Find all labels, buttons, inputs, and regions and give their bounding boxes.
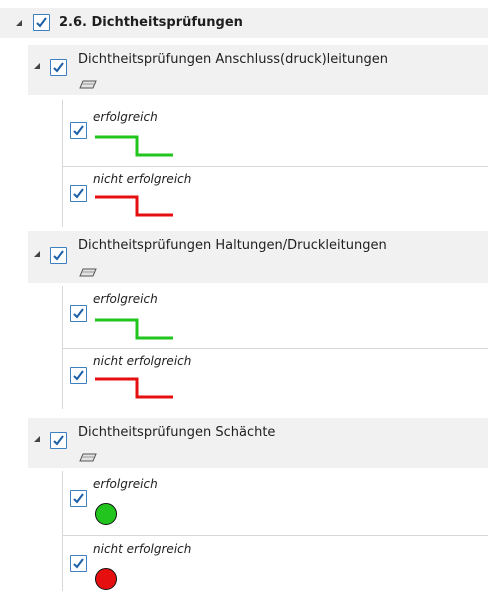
step-line-symbol-red [93, 375, 173, 405]
item-label: nicht erfolgreich [93, 542, 192, 556]
group-label: Dichtheitsprüfungen Haltungen/Druckleitu… [78, 238, 387, 253]
legend-item[interactable]: nicht erfolgreich [62, 167, 488, 227]
tree-node-root[interactable]: 2.6. Dichtheitsprüfungen [0, 8, 488, 38]
tree-node-group-3[interactable]: Dichtheitsprüfungen Schächte [28, 418, 488, 468]
circle-symbol-red [94, 567, 120, 591]
root-label: 2.6. Dichtheitsprüfungen [59, 15, 243, 30]
tree-node-group-2[interactable]: Dichtheitsprüfungen Haltungen/Druckleitu… [28, 231, 488, 283]
group-label: Dichtheitsprüfungen Anschluss(druck)leit… [78, 52, 388, 67]
item-label: nicht erfolgreich [93, 172, 192, 186]
item-checkbox[interactable] [70, 122, 87, 139]
item-checkbox[interactable] [70, 490, 87, 507]
group-checkbox[interactable] [50, 59, 67, 76]
collapse-icon[interactable] [32, 249, 42, 259]
layer-icon [79, 263, 97, 282]
group-checkbox[interactable] [50, 432, 67, 449]
step-line-symbol-red [93, 193, 173, 223]
collapse-icon[interactable] [32, 434, 42, 444]
item-checkbox[interactable] [70, 185, 87, 202]
layer-icon [79, 75, 97, 94]
legend-item[interactable]: nicht erfolgreich [62, 349, 488, 409]
item-checkbox[interactable] [70, 555, 87, 572]
item-checkbox[interactable] [70, 305, 87, 322]
item-label: erfolgreich [93, 477, 158, 491]
item-label: nicht erfolgreich [93, 354, 192, 368]
item-label: erfolgreich [93, 110, 158, 124]
item-checkbox[interactable] [70, 367, 87, 384]
root-checkbox[interactable] [33, 14, 50, 31]
step-line-symbol-green [93, 316, 173, 346]
tree-node-group-1[interactable]: Dichtheitsprüfungen Anschluss(druck)leit… [28, 45, 488, 95]
group-checkbox[interactable] [50, 247, 67, 264]
legend-tree: 2.6. Dichtheitsprüfungen Dichtheitsprüfu… [0, 0, 488, 591]
circle-symbol-green [94, 502, 120, 532]
collapse-icon[interactable] [32, 61, 42, 71]
legend-item[interactable]: erfolgreich [62, 286, 488, 348]
item-label: erfolgreich [93, 292, 158, 306]
legend-item[interactable]: nicht erfolgreich [62, 536, 488, 591]
collapse-icon[interactable] [14, 18, 24, 28]
legend-item[interactable]: erfolgreich [62, 471, 488, 535]
step-line-symbol-green [93, 133, 173, 163]
legend-item[interactable]: erfolgreich [62, 100, 488, 166]
group-label: Dichtheitsprüfungen Schächte [78, 425, 276, 440]
layer-icon [79, 448, 97, 467]
